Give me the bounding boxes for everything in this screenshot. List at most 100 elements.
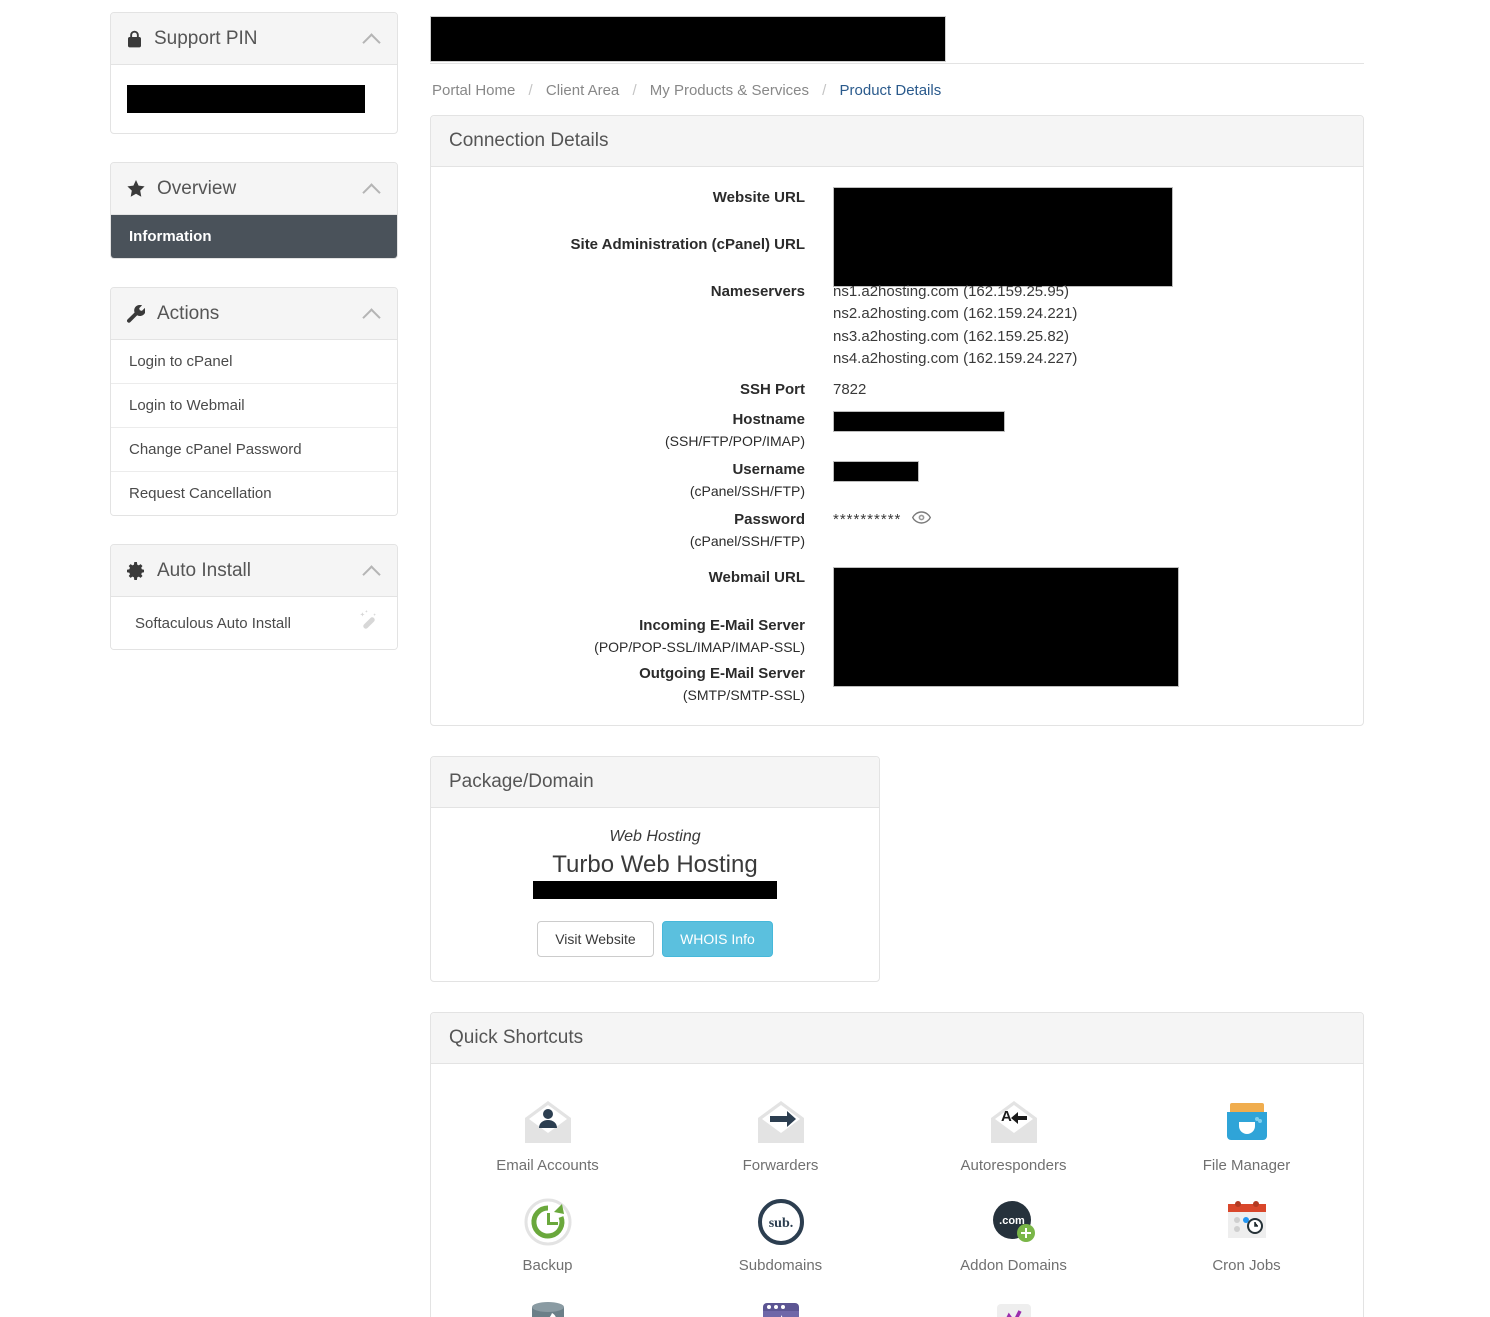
shortcut-addon-domains[interactable]: .com Addon Domains <box>897 1186 1130 1286</box>
envelope-arrow-icon <box>664 1096 897 1148</box>
connection-details-panel: Connection Details Website URL Site Admi… <box>430 115 1364 727</box>
quick-shortcuts-grid: Email Accounts Forwarders A Autoresponde… <box>431 1064 1363 1317</box>
shortcut-subdomains[interactable]: sub. Subdomains <box>664 1186 897 1286</box>
row-value: 7822 <box>833 380 867 398</box>
row-value: ns1.a2hosting.com (162.159.25.95) ns2.a2… <box>833 281 1363 371</box>
row-label-sub: (POP/POP-SSL/IMAP/IMAP-SSL) <box>594 638 805 655</box>
panel-actions-header[interactable]: Actions <box>111 288 397 340</box>
row-label-text: Hostname <box>732 411 805 428</box>
panel-support-pin-header[interactable]: Support PIN <box>111 13 397 65</box>
sidebar-item-label: Request Cancellation <box>129 485 272 502</box>
envelope-autoreply-icon: A <box>897 1096 1130 1148</box>
sidebar-item-login-to-webmail[interactable]: Login to Webmail <box>111 384 397 428</box>
breadcrumb-separator: / <box>528 82 533 99</box>
lock-icon <box>127 30 142 48</box>
wrench-icon <box>127 304 145 323</box>
row-hostname: Hostname (SSH/FTP/POP/IMAP) <box>431 409 1363 451</box>
sidebar-item-information[interactable]: Information <box>111 215 397 258</box>
shortcut-email-accounts[interactable]: Email Accounts <box>431 1086 664 1186</box>
magic-wand-icon <box>357 610 379 636</box>
quick-shortcuts-panel: Quick Shortcuts Email Accounts Forwarder… <box>430 1012 1364 1317</box>
sidebar-item-label: Change cPanel Password <box>129 441 302 458</box>
shortcut-awstats[interactable]: Awstats <box>897 1286 1130 1317</box>
shortcut-autoresponders[interactable]: A Autoresponders <box>897 1086 1130 1186</box>
row-outgoing-email-server: Outgoing E-Mail Server (SMTP/SMTP-SSL) <box>431 663 1363 705</box>
password-masked-value: ********** <box>833 511 902 529</box>
panel-overview-header[interactable]: Overview <box>111 163 397 215</box>
row-label-sub: (SSH/FTP/POP/IMAP) <box>664 432 805 449</box>
panel-actions-title: Actions <box>157 302 220 324</box>
star-icon <box>127 180 145 197</box>
row-label-text: Incoming E-Mail Server <box>639 617 805 635</box>
sidebar-item-change-cpanel-password[interactable]: Change cPanel Password <box>111 428 397 472</box>
row-value <box>833 663 1363 686</box>
shortcut-cron-jobs[interactable]: Cron Jobs <box>1130 1186 1363 1286</box>
svg-text:A: A <box>1001 1108 1012 1125</box>
username-redacted <box>833 461 919 483</box>
chevron-up-icon[interactable] <box>364 34 381 44</box>
breadcrumb-item-portal-home[interactable]: Portal Home <box>432 82 515 99</box>
breadcrumb-item-client-area[interactable]: Client Area <box>546 82 619 99</box>
sidebar-item-label: Login to cPanel <box>129 353 233 370</box>
row-label: Outgoing E-Mail Server (SMTP/SMTP-SSL) <box>431 663 833 705</box>
package-domain-body: Web Hosting Turbo Web Hosting Visit Webs… <box>431 808 879 981</box>
shortcut-label: Addon Domains <box>960 1257 1067 1275</box>
main-content: Portal Home / Client Area / My Products … <box>430 0 1364 1317</box>
svg-text:.com: .com <box>999 1215 1025 1227</box>
sidebar-item-request-cancellation[interactable]: Request Cancellation <box>111 472 397 515</box>
breadcrumb: Portal Home / Client Area / My Products … <box>430 64 1364 115</box>
breadcrumb-item-my-products-services[interactable]: My Products & Services <box>650 82 809 99</box>
shortcut-file-manager[interactable]: File Manager <box>1130 1086 1363 1186</box>
database-dolphin-icon <box>431 1296 664 1317</box>
page-title-redacted <box>430 16 946 62</box>
breadcrumb-item-product-details: Product Details <box>839 82 942 99</box>
sidebar-item-login-to-cpanel[interactable]: Login to cPanel <box>111 340 397 384</box>
row-label: Username (cPanel/SSH/FTP) <box>431 459 833 501</box>
row-value: ********** <box>833 509 1363 532</box>
whois-info-button[interactable]: WHOIS Info <box>662 921 773 958</box>
chevron-up-icon[interactable] <box>364 566 381 576</box>
package-group-label: Web Hosting <box>609 828 701 846</box>
row-label-text: Outgoing E-Mail Server <box>639 665 805 683</box>
panel-overview: Overview Information <box>110 162 398 259</box>
row-label-text: Username <box>732 461 805 479</box>
nameserver-4: ns4.a2hosting.com (162.159.24.227) <box>833 350 1078 367</box>
row-ssh-port: SSH Port 7822 <box>431 379 1363 402</box>
shortcut-phpmyadmin[interactable]: phpMyAdmin <box>664 1286 897 1317</box>
row-cpanel-url: Site Administration (cPanel) URL <box>431 234 1363 257</box>
row-label: Website URL <box>712 189 805 206</box>
shortcut-backup[interactable]: Backup <box>431 1186 664 1286</box>
chevron-up-icon[interactable] <box>364 309 381 319</box>
shortcut-forwarders[interactable]: Forwarders <box>664 1086 897 1186</box>
connection-details-title: Connection Details <box>431 116 1363 167</box>
shortcut-mysql-databases[interactable]: MySQL Databases <box>431 1286 664 1317</box>
quick-shortcuts-title: Quick Shortcuts <box>431 1013 1363 1065</box>
eye-icon[interactable] <box>911 509 931 532</box>
nameserver-3: ns3.a2hosting.com (162.159.25.82) <box>833 327 1069 345</box>
shortcut-label: Autoresponders <box>960 1157 1067 1175</box>
package-domain-redacted <box>533 881 777 900</box>
row-label: Password (cPanel/SSH/FTP) <box>431 509 833 551</box>
row-value <box>833 459 1363 483</box>
panel-support-pin-title: Support PIN <box>154 27 258 49</box>
backup-clock-icon <box>431 1196 664 1248</box>
shortcut-label: Subdomains <box>738 1257 823 1275</box>
gear-icon <box>127 561 145 580</box>
row-username: Username (cPanel/SSH/FTP) <box>431 459 1363 501</box>
row-label-text: Password <box>734 511 805 529</box>
sidebar-item-label: Information <box>129 228 212 245</box>
shortcut-label: Cron Jobs <box>1212 1257 1281 1275</box>
row-value <box>833 409 1363 432</box>
package-domain-buttons: Visit Website WHOIS Info <box>431 921 879 958</box>
visit-website-button[interactable]: Visit Website <box>537 921 654 958</box>
file-box-icon <box>1130 1096 1363 1148</box>
panel-support-pin: Support PIN <box>110 12 398 134</box>
panel-auto-install-header[interactable]: Auto Install <box>111 545 397 597</box>
addon-domain-icon: .com <box>897 1196 1130 1248</box>
package-product-name: Turbo Web Hosting <box>552 851 758 879</box>
chevron-up-icon[interactable] <box>364 184 381 194</box>
sidebar-item-label: Login to Webmail <box>129 397 245 414</box>
support-pin-redacted-value <box>127 85 365 113</box>
nameserver-1: ns1.a2hosting.com (162.159.25.95) <box>833 282 1069 300</box>
sidebar-item-softaculous-auto-install[interactable]: Softaculous Auto Install <box>111 597 397 649</box>
